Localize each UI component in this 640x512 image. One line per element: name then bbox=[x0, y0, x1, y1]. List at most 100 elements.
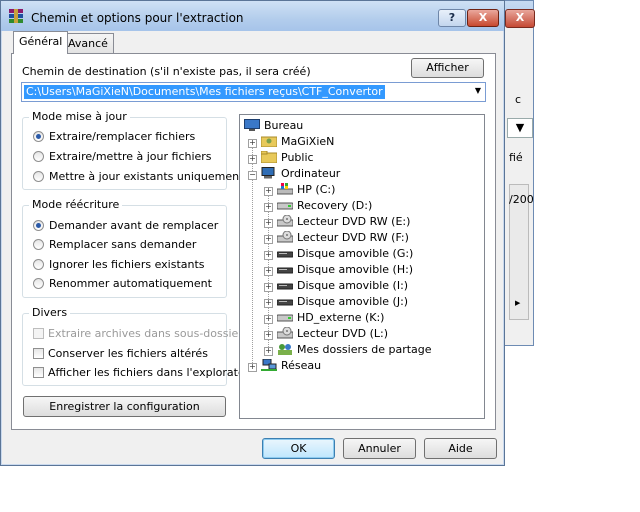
expand-icon[interactable]: + bbox=[264, 283, 273, 292]
checkbox-keep-broken-files[interactable]: Conserver les fichiers altérés bbox=[33, 347, 208, 360]
dvd-drive-icon bbox=[277, 215, 293, 227]
expand-icon[interactable]: + bbox=[248, 155, 257, 164]
expand-icon[interactable]: + bbox=[264, 187, 273, 196]
background-window-close-button[interactable]: X bbox=[505, 9, 535, 28]
tab-advanced[interactable]: Avancé bbox=[62, 33, 114, 53]
tree-item-drive-i[interactable]: + Disque amovible (I:) bbox=[264, 278, 408, 294]
expand-icon[interactable]: + bbox=[248, 139, 257, 148]
option-label: Conserver les fichiers altérés bbox=[48, 347, 208, 360]
radio-ask-before-replace[interactable]: Demander avant de remplacer bbox=[33, 219, 218, 232]
expand-icon[interactable]: + bbox=[264, 331, 273, 340]
background-window-cell: fié bbox=[509, 151, 523, 164]
expand-icon[interactable]: + bbox=[264, 251, 273, 260]
tree-item-drive-d[interactable]: + Recovery (D:) bbox=[264, 198, 372, 214]
help-button[interactable]: Aide bbox=[424, 438, 497, 459]
update-mode-group: Mode mise à jour Extraire/remplacer fich… bbox=[22, 110, 243, 190]
option-label: Ignorer les fichiers existants bbox=[49, 258, 205, 271]
misc-group: Divers Extraire archives dans sous-dossi… bbox=[22, 306, 256, 386]
tree-item-public[interactable]: + Public bbox=[248, 150, 314, 166]
removable-drive-icon bbox=[277, 251, 293, 258]
tab-general[interactable]: Général bbox=[13, 31, 69, 54]
radio-extract-replace[interactable]: Extraire/remplacer fichiers bbox=[33, 130, 195, 143]
expand-icon[interactable]: + bbox=[264, 219, 273, 228]
background-window-dropdown[interactable]: ▼ bbox=[507, 118, 533, 138]
tree-item-drive-e[interactable]: + Lecteur DVD RW (E:) bbox=[264, 214, 410, 230]
expand-icon[interactable]: + bbox=[264, 347, 273, 356]
chevron-down-icon: ▼ bbox=[515, 121, 525, 134]
radio-button[interactable] bbox=[33, 259, 44, 270]
radio-button[interactable] bbox=[33, 278, 44, 289]
tree-item-label: Réseau bbox=[281, 359, 322, 372]
removable-drive-icon bbox=[277, 299, 293, 306]
tree-item-drive-c[interactable]: + HP (C:) bbox=[264, 182, 335, 198]
tree-item-drive-g[interactable]: + Disque amovible (G:) bbox=[264, 246, 413, 262]
tree-item-drive-l[interactable]: + Lecteur DVD (L:) bbox=[264, 326, 388, 342]
option-label: Remplacer sans demander bbox=[49, 238, 197, 251]
expand-icon[interactable]: + bbox=[264, 315, 273, 324]
collapse-icon[interactable]: − bbox=[248, 171, 257, 180]
radio-button[interactable] bbox=[33, 151, 44, 162]
overwrite-mode-title: Mode réécriture bbox=[29, 198, 123, 211]
tree-item-label: HP (C:) bbox=[297, 183, 336, 196]
folder-icon bbox=[261, 151, 277, 163]
desktop-icon bbox=[244, 119, 260, 131]
background-window-button[interactable] bbox=[507, 51, 533, 81]
title-close-button[interactable]: X bbox=[467, 9, 499, 27]
tree-item-label: Lecteur DVD RW (E:) bbox=[297, 215, 411, 228]
expand-icon[interactable]: + bbox=[264, 203, 273, 212]
radio-button[interactable] bbox=[33, 220, 44, 231]
chevron-down-icon[interactable]: ▼ bbox=[475, 86, 481, 95]
tree-item-computer[interactable]: − Ordinateur bbox=[248, 166, 340, 182]
expand-icon[interactable]: + bbox=[264, 299, 273, 308]
tree-item-user[interactable]: + MaGiXieN bbox=[248, 134, 334, 150]
radio-button[interactable] bbox=[33, 239, 44, 250]
dvd-drive-icon bbox=[277, 231, 293, 243]
expand-icon[interactable]: + bbox=[248, 363, 257, 372]
tree-item-network[interactable]: + Réseau bbox=[248, 358, 321, 374]
extraction-dialog: Chemin et options pour l'extraction ? X … bbox=[0, 0, 505, 466]
window-title: Chemin et options pour l'extraction bbox=[31, 11, 244, 25]
destination-path-value[interactable]: C:\Users\MaGiXieN\Documents\Mes fichiers… bbox=[24, 85, 385, 99]
tree-item-label: Disque amovible (I:) bbox=[297, 279, 409, 292]
show-button[interactable]: Afficher bbox=[411, 58, 484, 78]
expand-icon[interactable]: + bbox=[264, 267, 273, 276]
cancel-button[interactable]: Annuler bbox=[343, 438, 416, 459]
tree-item-drive-f[interactable]: + Lecteur DVD RW (F:) bbox=[264, 230, 409, 246]
tree-item-desktop[interactable]: Bureau bbox=[244, 118, 303, 134]
hard-drive-icon bbox=[277, 314, 293, 322]
destination-path-combobox[interactable]: C:\Users\MaGiXieN\Documents\Mes fichiers… bbox=[21, 82, 486, 102]
radio-button[interactable] bbox=[33, 131, 44, 142]
radio-replace-without-asking[interactable]: Remplacer sans demander bbox=[33, 238, 196, 251]
save-configuration-button[interactable]: Enregistrer la configuration bbox=[23, 396, 226, 417]
tree-item-drive-h[interactable]: + Disque amovible (H:) bbox=[264, 262, 413, 278]
radio-update-existing[interactable]: Mettre à jour existants uniquement bbox=[33, 170, 243, 183]
radio-skip-existing[interactable]: Ignorer les fichiers existants bbox=[33, 258, 205, 271]
tree-item-label: Ordinateur bbox=[281, 167, 341, 180]
tree-item-drive-k[interactable]: + HD_externe (K:) bbox=[264, 310, 384, 326]
update-mode-title: Mode mise à jour bbox=[29, 110, 130, 123]
removable-drive-icon bbox=[277, 267, 293, 274]
checkbox-show-in-explorer[interactable]: Afficher les fichiers dans l'explorateur bbox=[33, 366, 256, 379]
option-label: Extraire/mettre à jour fichiers bbox=[49, 150, 212, 163]
tree-item-label: Lecteur DVD (L:) bbox=[297, 327, 389, 340]
checkbox[interactable] bbox=[33, 328, 44, 339]
checkbox-extract-subfolders[interactable]: Extraire archives dans sous-dossiers bbox=[33, 327, 249, 340]
radio-auto-rename[interactable]: Renommer automatiquement bbox=[33, 277, 212, 290]
tree-item-drive-j[interactable]: + Disque amovible (J:) bbox=[264, 294, 408, 310]
title-help-button[interactable]: ? bbox=[438, 9, 466, 27]
folder-tree[interactable]: Bureau + MaGiXieN + Public − Ordinateur + HP… bbox=[239, 114, 485, 419]
chevron-right-icon: ▶ bbox=[515, 299, 521, 307]
checkbox[interactable] bbox=[33, 348, 44, 359]
checkbox[interactable] bbox=[33, 367, 44, 378]
radio-button[interactable] bbox=[33, 171, 44, 182]
expand-icon[interactable]: + bbox=[264, 235, 273, 244]
option-label: Extraire archives dans sous-dossiers bbox=[48, 327, 249, 340]
tree-item-label: MaGiXieN bbox=[281, 135, 335, 148]
hard-drive-icon bbox=[277, 202, 293, 210]
tree-item-shared-folders[interactable]: + Mes dossiers de partage bbox=[264, 342, 432, 358]
ok-button[interactable]: OK bbox=[262, 438, 335, 459]
radio-extract-update[interactable]: Extraire/mettre à jour fichiers bbox=[33, 150, 212, 163]
system-drive-icon bbox=[277, 183, 293, 195]
tree-item-label: Lecteur DVD RW (F:) bbox=[297, 231, 409, 244]
user-folder-icon bbox=[261, 136, 277, 147]
